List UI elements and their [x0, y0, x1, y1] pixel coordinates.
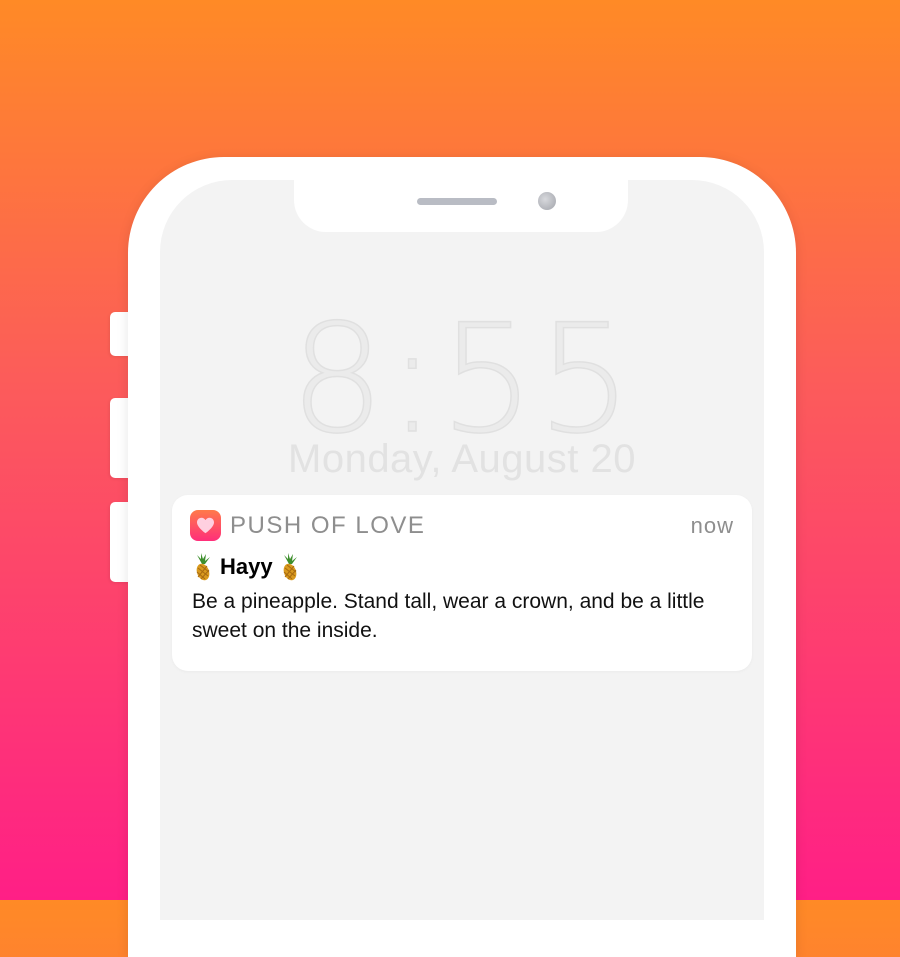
speaker-grille — [417, 198, 497, 205]
notification-body: Be a pineapple. Stand tall, wear a crown… — [192, 590, 705, 642]
notification-timestamp: now — [690, 513, 734, 538]
front-camera — [538, 192, 556, 210]
pineapple-icon — [283, 553, 297, 581]
volume-up-button — [110, 398, 130, 478]
push-notification[interactable]: PUSH OF LOVE now Hayy Be a pineapple. St… — [172, 495, 752, 671]
lock-screen-date: Monday, August 20 — [288, 437, 636, 481]
volume-down-button — [110, 502, 130, 582]
heart-icon — [197, 517, 214, 534]
notification-title: Hayy — [220, 554, 273, 579]
mute-switch — [110, 312, 130, 356]
notification-title-row: Hayy — [192, 552, 301, 582]
pineapple-icon — [196, 553, 210, 581]
app-name: PUSH OF LOVE — [230, 512, 426, 539]
app-icon — [190, 510, 221, 541]
